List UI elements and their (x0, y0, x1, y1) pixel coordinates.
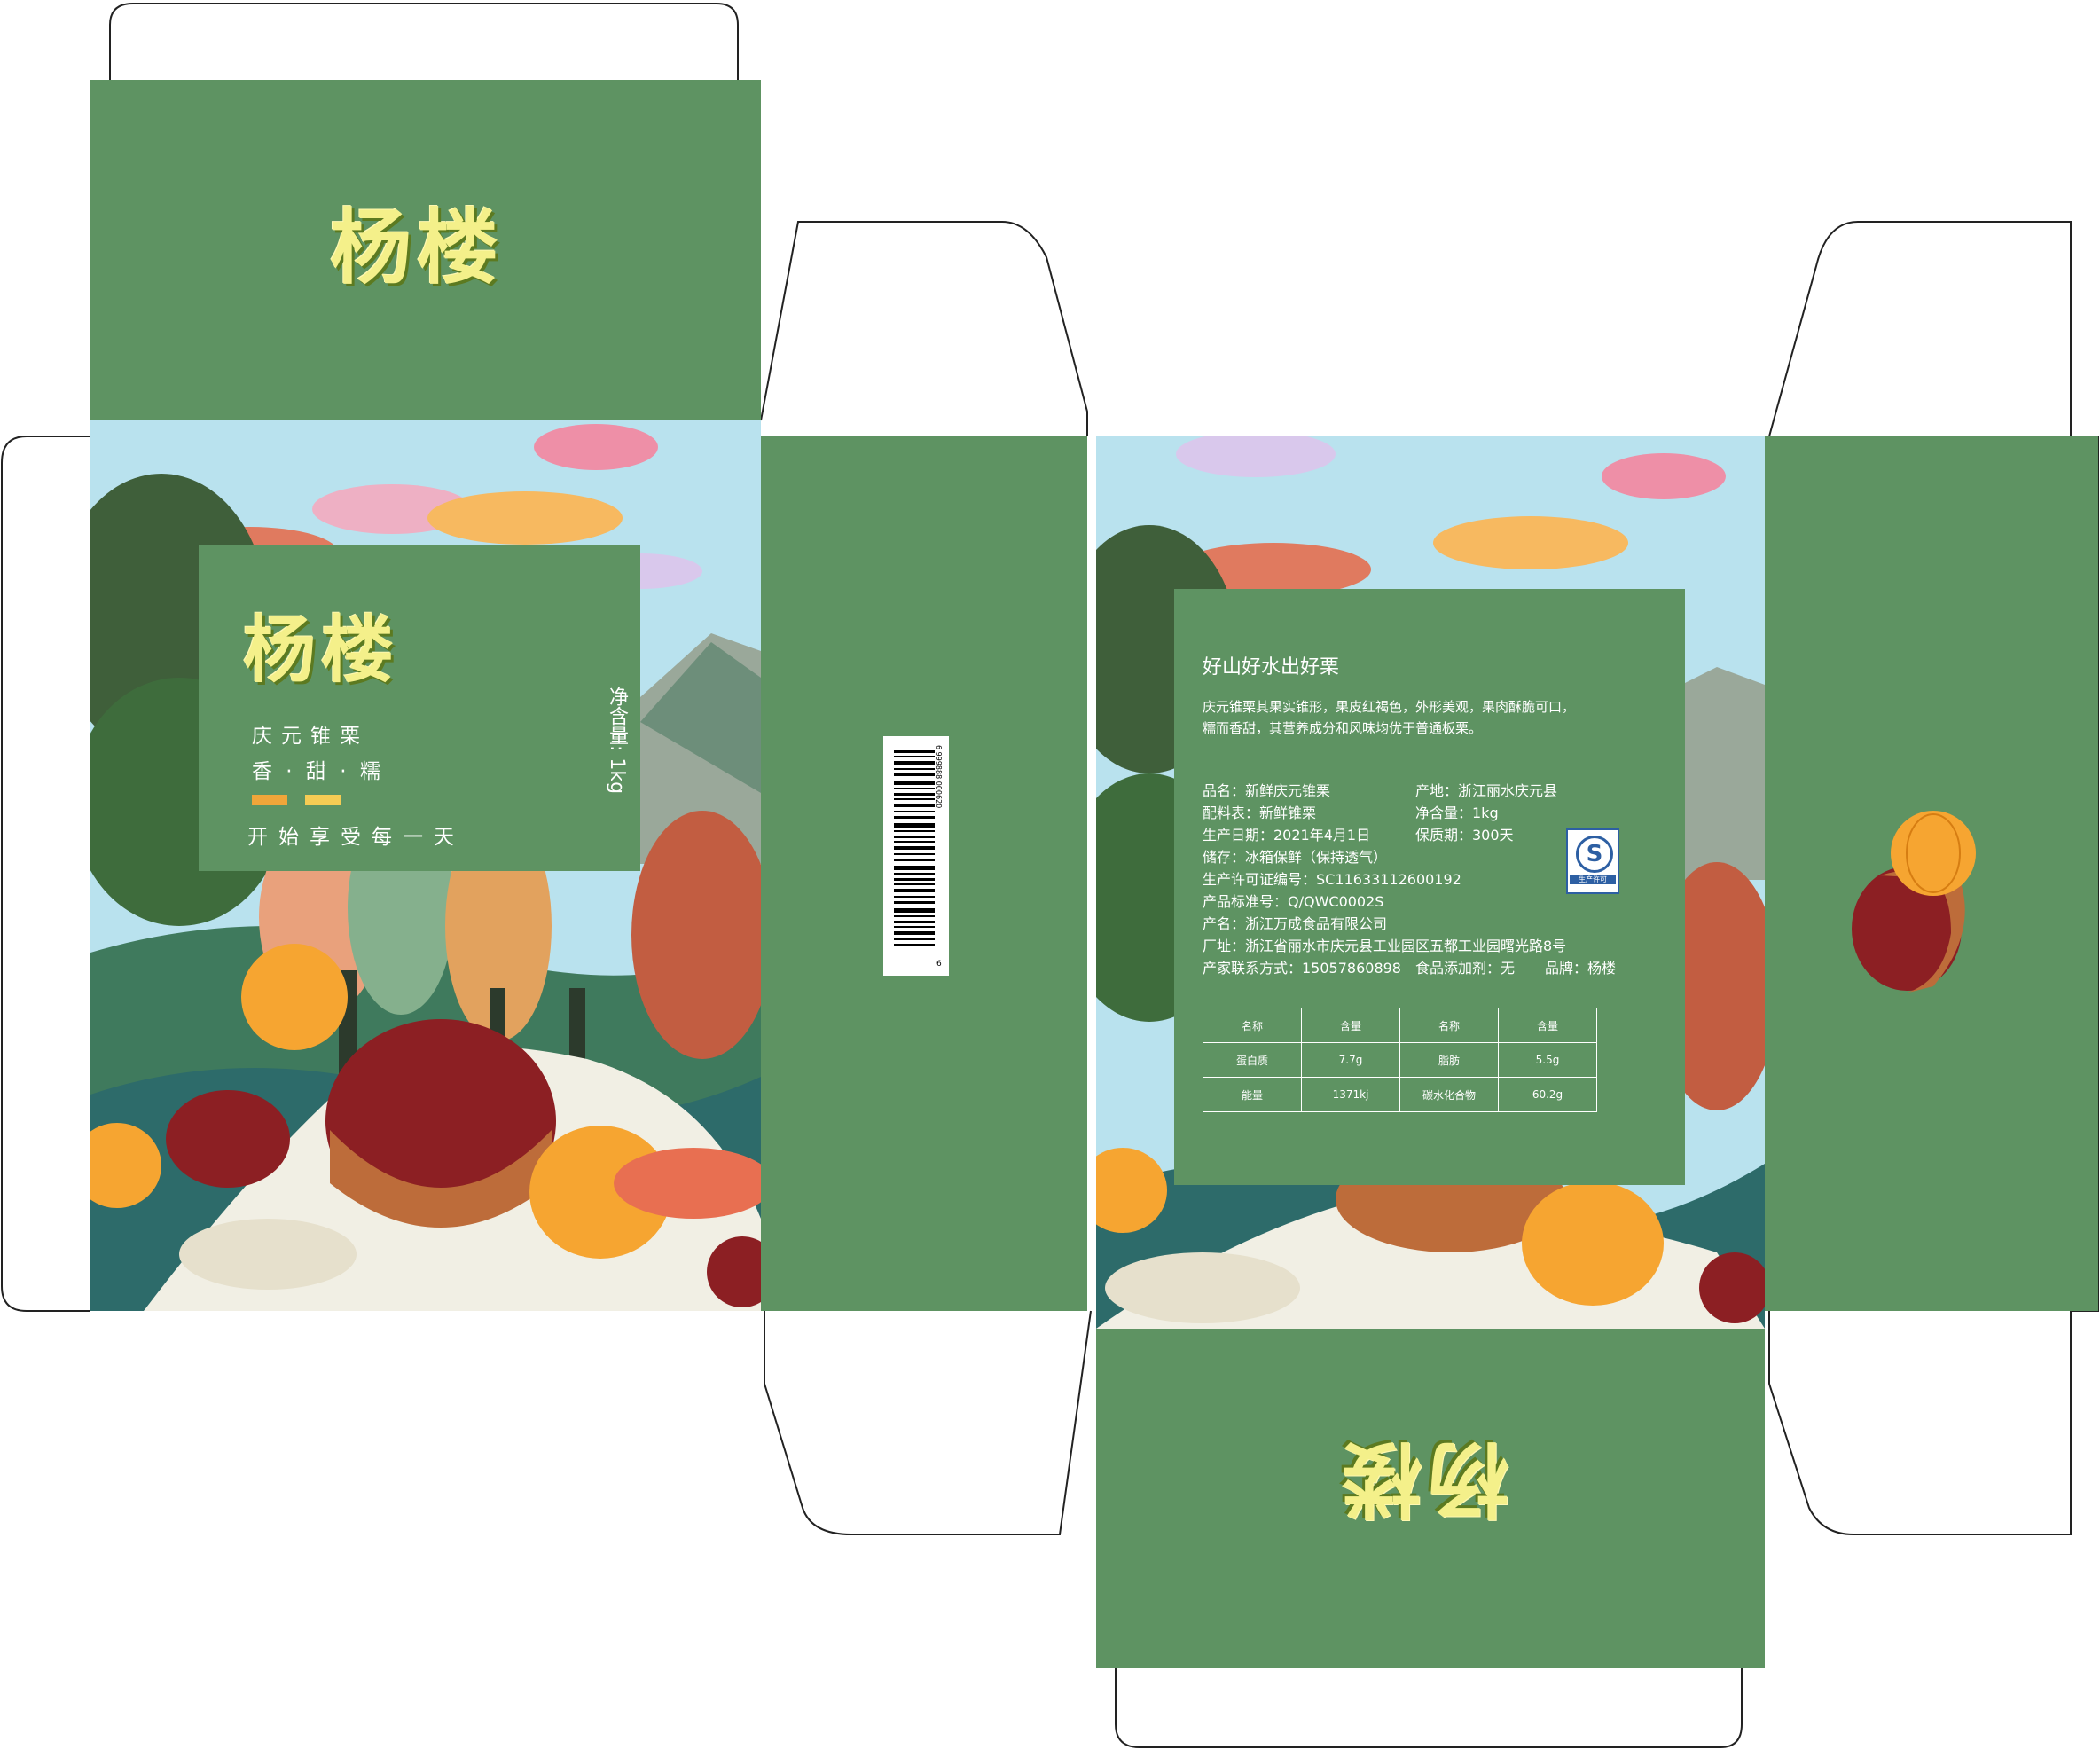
nutrition-table: 名称 含量 名称 含量 蛋白质 7.7g 脂肪 5.5g 能量 1371kj 碳… (1203, 1008, 1597, 1112)
table-cell: 7.7g (1301, 1042, 1400, 1078)
front-label-box: 杨楼 庆元锥栗 香 · 甜 · 糯 开始享受每一天 净含量: 1kg (199, 545, 640, 871)
info-origin: 产地：浙江丽水庆元县 (1415, 782, 1558, 799)
bottom-panel: 杨楼 (1096, 1329, 1765, 1668)
chestnut-illustration (1852, 811, 1976, 995)
slogan: 开始享受每一天 (247, 826, 465, 849)
info-factory: 厂址：浙江省丽水市庆元县工业园区五都工业园曙光路8号 (1203, 938, 1567, 954)
description-line2: 糯而香甜，其营养成分和风味均优于普通板栗。 (1203, 720, 1483, 736)
info-name: 品名：新鲜庆元锥栗 (1203, 782, 1331, 799)
back-headline: 好山好水出好栗 (1203, 656, 1340, 679)
info-contact: 产家联系方式：15057860898 (1203, 960, 1401, 977)
info-storage: 储存：冰箱保鲜（保持透气） (1203, 849, 1388, 866)
table-cell: 能量 (1203, 1077, 1302, 1112)
right-side-panel (1765, 436, 2098, 1311)
info-standard: 产品标准号：Q/QWC0002S (1203, 893, 1384, 910)
table-row: 名称 含量 名称 含量 (1203, 1008, 1597, 1043)
info-additive: 食品添加剂：无 (1415, 960, 1516, 977)
table-cell: 脂肪 (1399, 1042, 1499, 1078)
front-panel: 杨楼 庆元锥栗 香 · 甜 · 糯 开始享受每一天 净含量: 1kg (90, 420, 761, 1311)
table-header: 名称 (1203, 1008, 1302, 1043)
info-producer: 产名：浙江万成食品有限公司 (1203, 915, 1388, 932)
table-cell: 1371kj (1301, 1077, 1400, 1112)
table-cell: 60.2g (1498, 1077, 1597, 1112)
info-box: 好山好水出好栗 庆元锥栗其果实锥形，果皮红褐色，外形美观，果肉酥脆可口， 糯而香… (1174, 589, 1685, 1185)
table-cell: 5.5g (1498, 1042, 1597, 1078)
front-logo: 杨楼 (243, 608, 400, 693)
description-line1: 庆元锥栗其果实锥形，果皮红褐色，外形美观，果肉酥脆可口， (1203, 699, 1576, 715)
info-ingredients: 配料表：新鲜锥栗 (1203, 804, 1317, 821)
table-cell: 碳水化合物 (1399, 1077, 1499, 1112)
orange-bar (252, 795, 287, 805)
side-panel: 6 999888 000620 6 (761, 436, 1087, 1311)
barcode-digit: 6 (936, 960, 942, 969)
bottom-logo: 杨楼 (1336, 1431, 1510, 1526)
info-date: 生产日期：2021年4月1日 (1203, 827, 1371, 844)
back-panel: 好山好水出好栗 庆元锥栗其果实锥形，果皮红褐色，外形美观，果肉酥脆可口， 糯而香… (1096, 436, 1765, 1329)
taste-line: 香 · 甜 · 糯 (252, 760, 384, 783)
lid-panel: 杨楼 (90, 80, 761, 420)
table-cell: 蛋白质 (1203, 1042, 1302, 1078)
info-shelf: 保质期：300天 (1415, 827, 1514, 844)
qs-badge: S 生产许可 (1566, 828, 1619, 894)
table-row: 能量 1371kj 碳水化合物 60.2g (1203, 1077, 1597, 1112)
info-license: 生产许可证编号：SC11633112600192 (1203, 871, 1461, 888)
barcode-label: 6 999888 000620 6 (883, 736, 949, 976)
table-header: 名称 (1399, 1008, 1499, 1043)
qs-label: 生产许可 (1570, 875, 1616, 884)
qs-icon: S (1576, 836, 1613, 873)
info-net: 净含量：1kg (1415, 804, 1499, 821)
table-row: 蛋白质 7.7g 脂肪 5.5g (1203, 1042, 1597, 1078)
table-header: 含量 (1301, 1008, 1400, 1043)
product-name: 庆元锥栗 (252, 725, 369, 748)
lid-logo: 杨楼 (330, 200, 505, 295)
yellow-bar (305, 795, 341, 805)
info-brand: 品牌：杨楼 (1545, 960, 1617, 977)
table-header: 含量 (1498, 1008, 1597, 1043)
barcode-number: 6 999888 000620 (935, 745, 943, 809)
net-weight: 净含量: 1kg (606, 687, 628, 795)
